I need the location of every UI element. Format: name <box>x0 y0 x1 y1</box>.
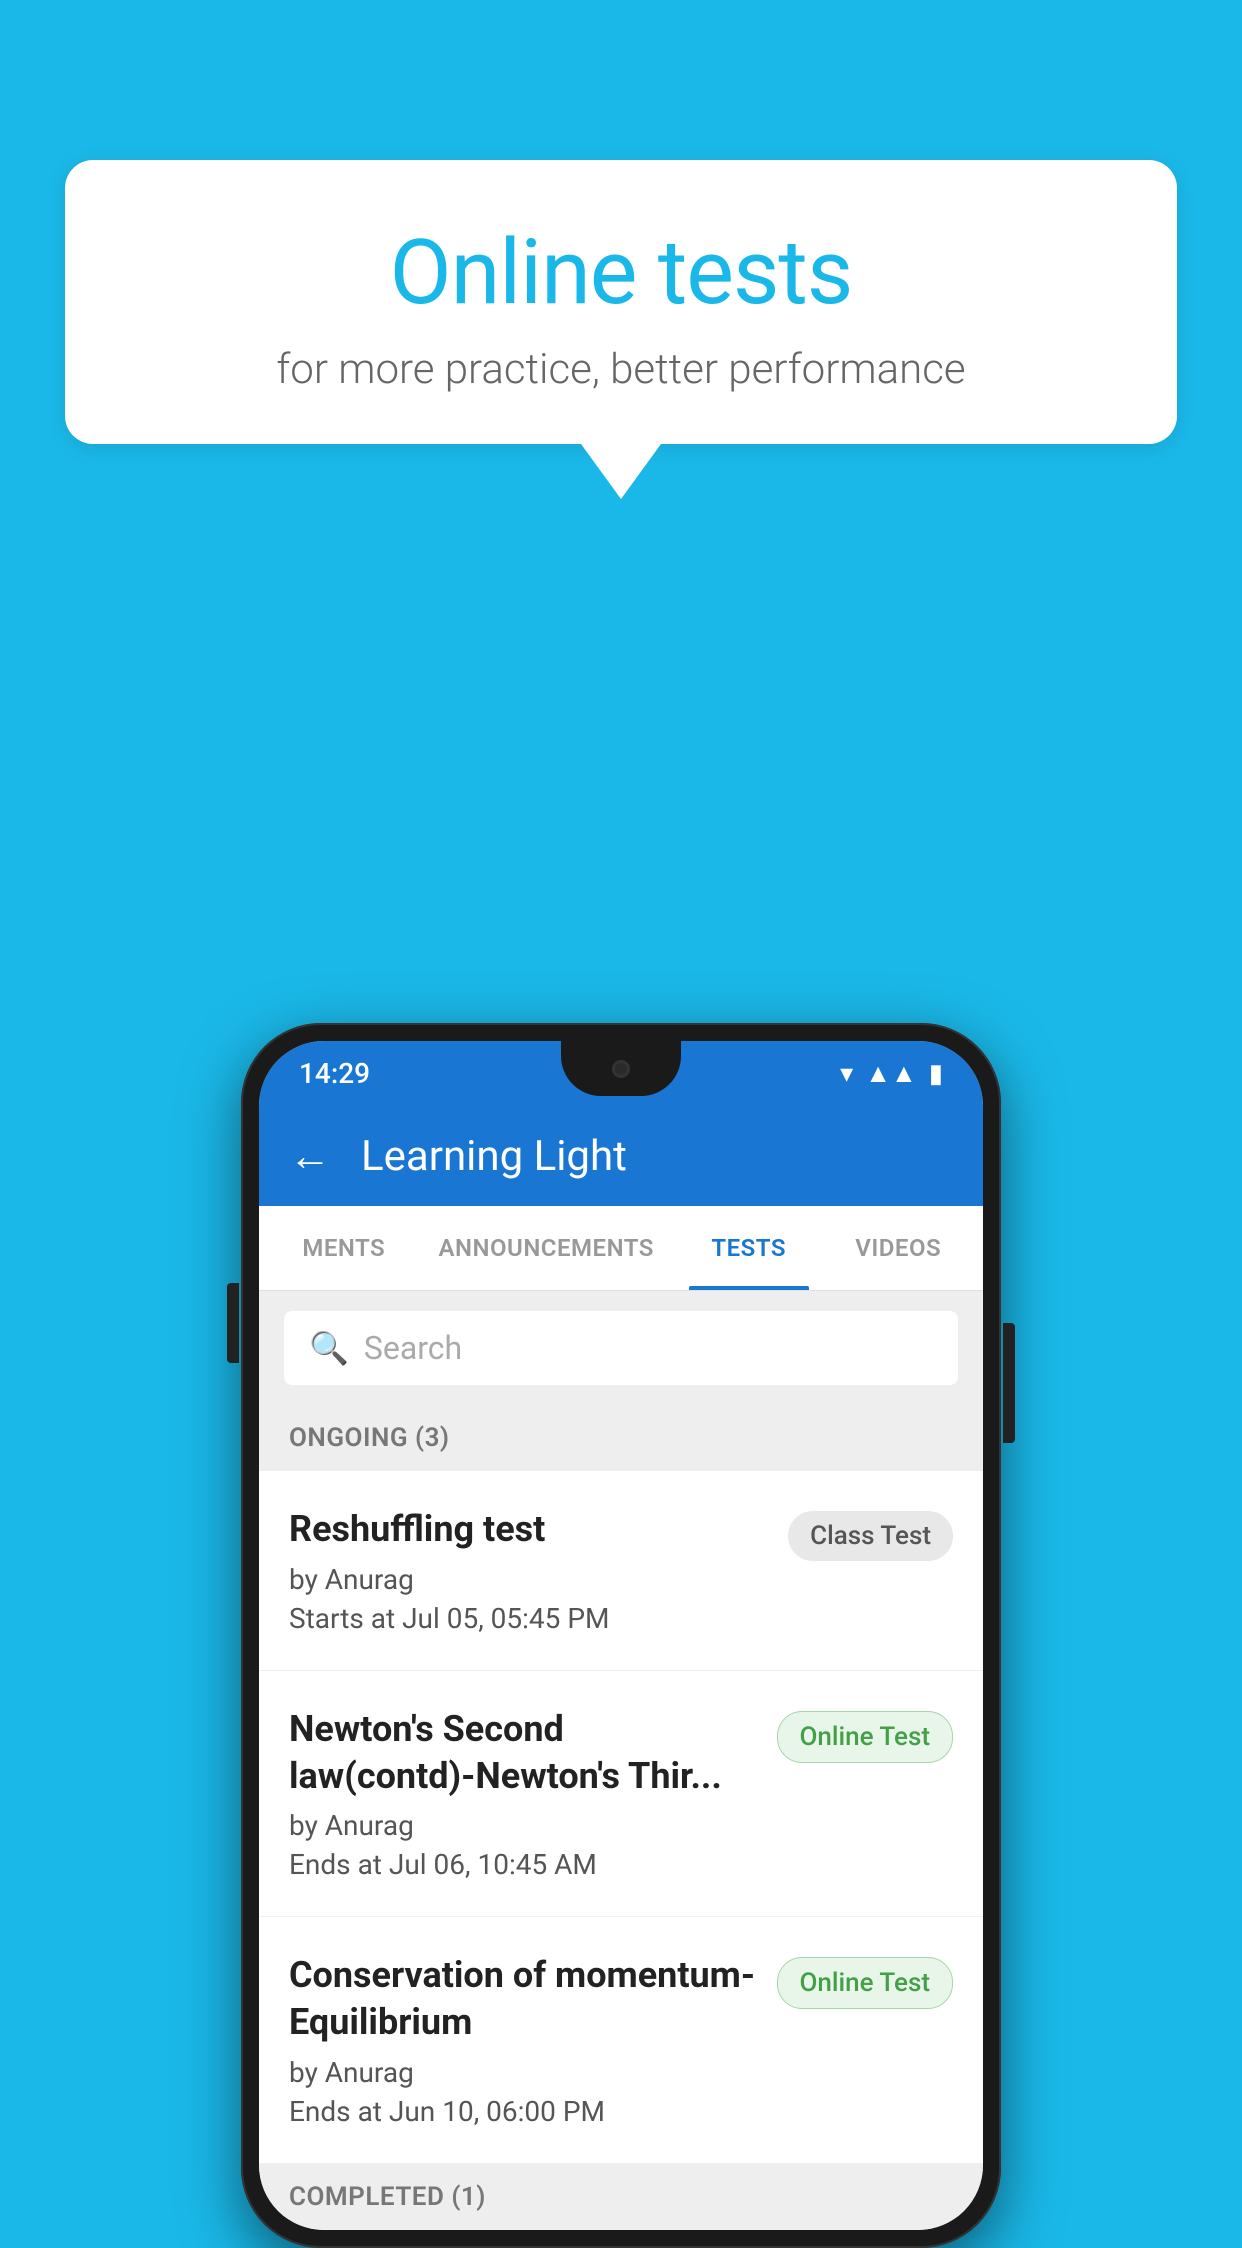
test-badge-class: Class Test <box>788 1511 953 1561</box>
test-item[interactable]: Conservation of momentum-Equilibrium by … <box>259 1917 983 2164</box>
tab-announcements[interactable]: ANNOUNCEMENTS <box>419 1206 674 1290</box>
test-badge-online: Online Test <box>777 1711 954 1763</box>
test-name: Conservation of momentum-Equilibrium <box>289 1952 757 2046</box>
test-name: Newton's Second law(contd)-Newton's Thir… <box>289 1706 757 1800</box>
tab-ments[interactable]: MENTS <box>269 1206 419 1290</box>
completed-section-header: COMPLETED (1) <box>259 2164 983 2230</box>
speech-bubble-container: Online tests for more practice, better p… <box>65 160 1177 499</box>
test-by: by Anurag <box>289 1809 757 1842</box>
test-info: Newton's Second law(contd)-Newton's Thir… <box>289 1706 777 1882</box>
phone-screen: 14:29 ▾ ▲▲ ▮ ← Learning Light MENTS ANNO… <box>259 1041 983 2230</box>
test-item[interactable]: Reshuffling test by Anurag Starts at Jul… <box>259 1471 983 1671</box>
search-bar[interactable]: 🔍 Search <box>284 1311 958 1385</box>
ongoing-section-header: ONGOING (3) <box>259 1405 983 1471</box>
test-list: Reshuffling test by Anurag Starts at Jul… <box>259 1471 983 2164</box>
test-time: Ends at Jul 06, 10:45 AM <box>289 1848 757 1881</box>
speech-bubble-subtitle: for more practice, better performance <box>145 345 1097 394</box>
status-time: 14:29 <box>299 1057 370 1090</box>
test-time: Starts at Jul 05, 05:45 PM <box>289 1602 768 1635</box>
ongoing-title: ONGOING (3) <box>289 1423 450 1453</box>
app-bar-title: Learning Light <box>361 1132 627 1181</box>
test-info: Reshuffling test by Anurag Starts at Jul… <box>289 1506 788 1635</box>
test-info: Conservation of momentum-Equilibrium by … <box>289 1952 777 2128</box>
search-container: 🔍 Search <box>259 1291 983 1405</box>
tabs-container: MENTS ANNOUNCEMENTS TESTS VIDEOS <box>259 1206 983 1291</box>
test-item[interactable]: Newton's Second law(contd)-Newton's Thir… <box>259 1671 983 1918</box>
test-badge-online: Online Test <box>777 1957 954 2009</box>
status-icons: ▾ ▲▲ ▮ <box>840 1058 943 1089</box>
speech-bubble-title: Online tests <box>145 220 1097 325</box>
test-name: Reshuffling test <box>289 1506 768 1553</box>
test-by: by Anurag <box>289 1563 768 1596</box>
back-button[interactable]: ← <box>289 1132 331 1181</box>
phone-outer: 14:29 ▾ ▲▲ ▮ ← Learning Light MENTS ANNO… <box>241 1023 1001 2248</box>
speech-bubble: Online tests for more practice, better p… <box>65 160 1177 444</box>
tab-videos[interactable]: VIDEOS <box>823 1206 973 1290</box>
notch <box>561 1041 681 1096</box>
signal-icon: ▲▲ <box>865 1058 916 1089</box>
phone-container: 14:29 ▾ ▲▲ ▮ ← Learning Light MENTS ANNO… <box>241 1023 1001 2248</box>
speech-bubble-tail <box>581 444 661 499</box>
test-by: by Anurag <box>289 2056 757 2089</box>
battery-icon: ▮ <box>929 1059 943 1089</box>
search-icon: 🔍 <box>309 1329 349 1367</box>
test-time: Ends at Jun 10, 06:00 PM <box>289 2095 757 2128</box>
search-placeholder: Search <box>364 1329 462 1367</box>
wifi-icon: ▾ <box>840 1059 853 1089</box>
status-bar: 14:29 ▾ ▲▲ ▮ <box>259 1041 983 1106</box>
app-bar: ← Learning Light <box>259 1106 983 1206</box>
notch-camera <box>612 1060 630 1078</box>
tab-tests[interactable]: TESTS <box>674 1206 824 1290</box>
